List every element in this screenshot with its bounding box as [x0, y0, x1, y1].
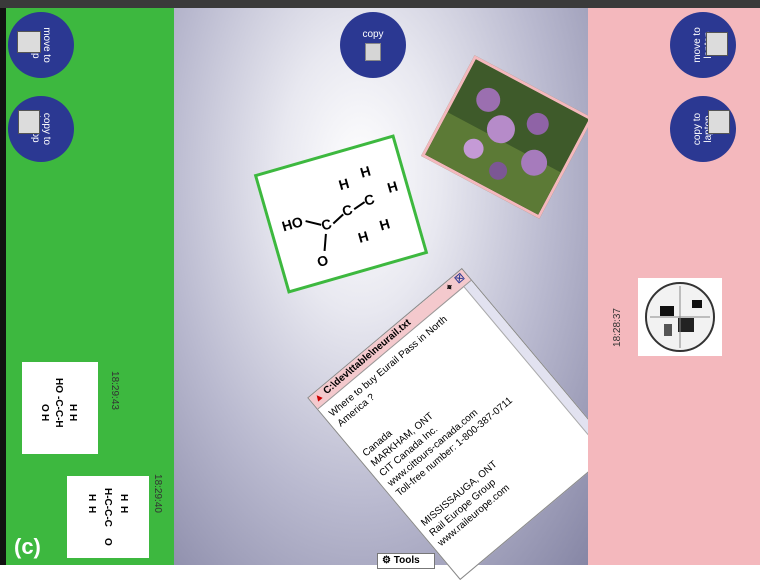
figure-caption: (c) — [14, 534, 41, 559]
svg-text:C: C — [319, 215, 333, 233]
copy-icon: copy — [362, 29, 384, 61]
copy-button[interactable]: copy — [340, 12, 406, 78]
molecule-drawing: HO-C-C-H HH OH — [39, 378, 78, 428]
top-bar — [0, 0, 760, 8]
svg-text:H: H — [67, 404, 78, 411]
tools-icon: ⚙ — [382, 555, 394, 566]
timestamp-left-bottom: 18:29:40 — [151, 474, 163, 513]
svg-text:H: H — [67, 414, 78, 421]
svg-text:C: C — [362, 191, 376, 209]
svg-text:H: H — [86, 506, 97, 513]
svg-text:H: H — [118, 494, 129, 501]
molecule-drawing: H-C-C-CO HH HH — [86, 488, 129, 546]
svg-text:H: H — [39, 414, 50, 421]
svg-text:O: O — [39, 404, 50, 412]
svg-text:O: O — [102, 538, 113, 546]
laptop-icon — [706, 32, 728, 56]
tools-button[interactable]: ⚙ Tools — [377, 553, 435, 569]
copy-laptop-icon — [18, 110, 40, 134]
svg-text:H: H — [86, 494, 97, 501]
svg-text:H: H — [356, 228, 370, 246]
tools-label: Tools — [393, 555, 420, 566]
campus-map-image — [645, 282, 715, 352]
copy-label: copy — [362, 29, 384, 40]
campus-map-thumbnail[interactable] — [638, 278, 722, 356]
molecule-thumbnail-1[interactable]: HO -C-C-H HH OH — [22, 362, 98, 454]
left-edge — [0, 8, 6, 565]
svg-text:H: H — [337, 175, 351, 193]
svg-text:H: H — [378, 215, 392, 233]
svg-text:H: H — [385, 178, 399, 196]
copy-laptop-icon — [708, 110, 730, 134]
svg-text:HO: HO — [280, 213, 305, 234]
svg-text:H: H — [358, 163, 372, 181]
svg-text:HO: HO — [53, 378, 64, 393]
svg-text:H-C-C-C: H-C-C-C — [102, 488, 113, 527]
timestamp-right: 18:28:37 — [611, 308, 623, 347]
laptop-icon — [17, 31, 41, 53]
svg-text:-C-C-H: -C-C-H — [53, 396, 64, 428]
molecule-thumbnail-2[interactable]: H-C-C-C O HH HH — [67, 476, 149, 558]
svg-text:H: H — [118, 506, 129, 513]
timestamp-left-top: 18:29:43 — [108, 371, 120, 410]
svg-text:O: O — [315, 252, 330, 270]
pin-icon[interactable]: ⌖ — [444, 281, 457, 295]
